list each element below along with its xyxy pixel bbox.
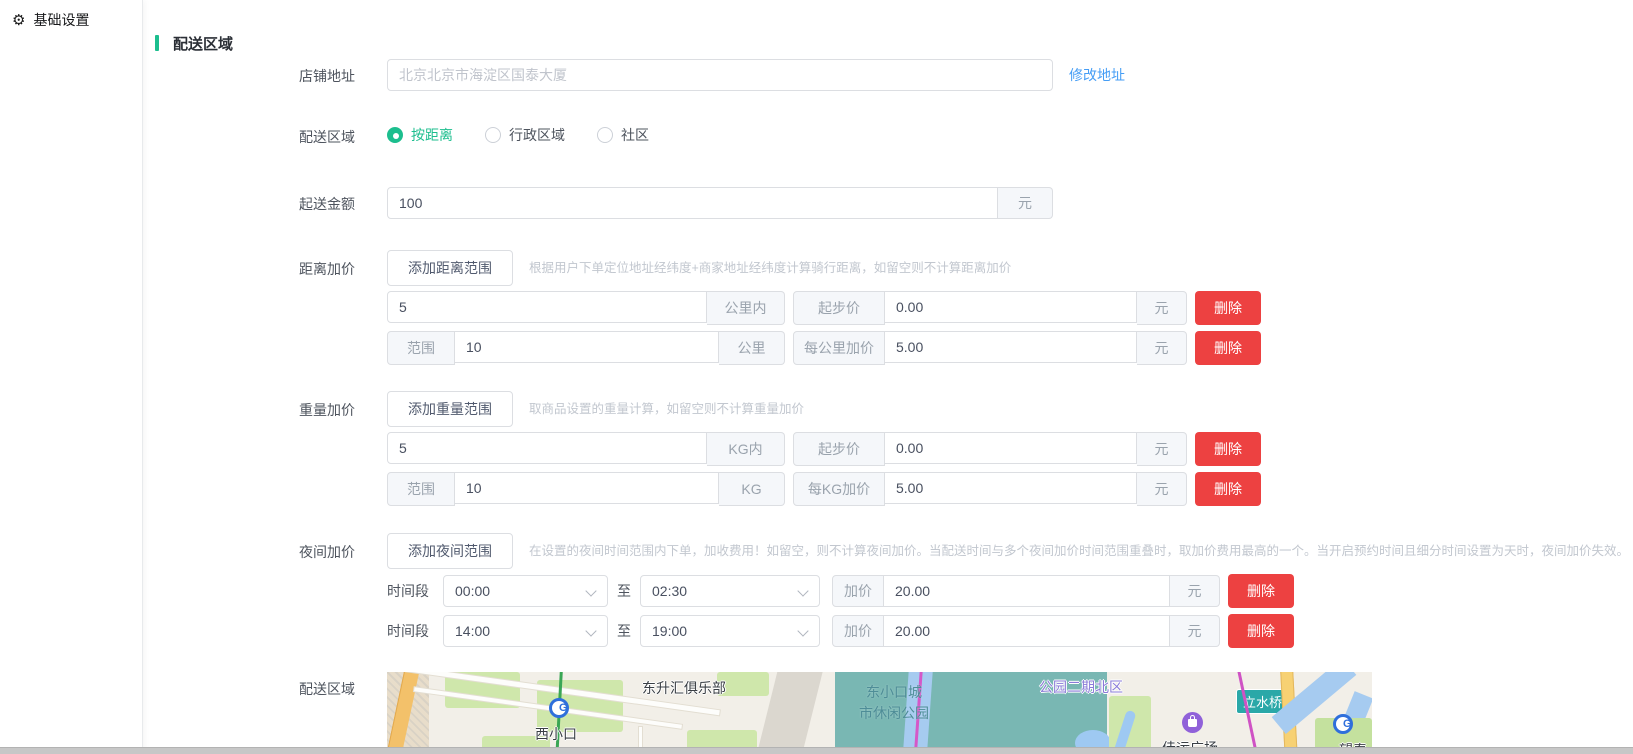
weight-surcharge-label: 重量加价 (143, 391, 355, 420)
time-to-separator: 至 (608, 581, 640, 601)
surcharge-prefix: 加价 (832, 615, 884, 647)
min-order-unit: 元 (998, 187, 1053, 219)
shop-address-label: 店铺地址 (143, 59, 355, 86)
weight-range-row: 范围 KG 每KG加价 元 删除 (387, 472, 1261, 506)
time-to-select[interactable]: 19:00 (640, 615, 820, 647)
distance-surcharge-row: 距离加价 添加距离范围 根据用户下单定位地址经纬度+商家地址经纬度计算骑行距离，… (143, 250, 1633, 365)
price-unit: 元 (1137, 472, 1187, 506)
distance-range-input[interactable] (387, 291, 707, 323)
main-content: 配送区域 店铺地址 修改地址 配送区域 按距离 行政区域 社区 (143, 0, 1633, 754)
distance-range-unit: 公里 (719, 331, 785, 365)
map-label-park: 东小口城 市休闲公园 (859, 682, 929, 724)
radio-dot-icon (597, 127, 613, 143)
weight-hint: 取商品设置的重量计算，如留空则不计算重量加价 (529, 391, 804, 427)
weight-range-unit: KG内 (707, 432, 785, 466)
sidebar-item-label: 基础设置 (33, 10, 89, 30)
distance-range-unit: 公里内 (707, 291, 785, 325)
min-order-label: 起送金额 (143, 187, 355, 214)
base-price-prefix: 起步价 (793, 432, 885, 466)
radio-by-distance[interactable]: 按距离 (387, 125, 453, 145)
area-type-label: 配送区域 (143, 125, 355, 147)
range-prefix: 范围 (387, 472, 455, 506)
price-unit: 元 (1170, 615, 1220, 647)
add-distance-range-button[interactable]: 添加距离范围 (387, 250, 513, 286)
delivery-map-row: 配送区域 G 西小口 东升汇俱乐部 东小口城 市休闲公园 公园二期北区 (143, 672, 1633, 754)
range-prefix: 范围 (387, 331, 455, 365)
subway-station-icon: G (549, 698, 569, 718)
surcharge-prefix: 加价 (832, 575, 884, 607)
weight-range-input[interactable] (455, 472, 719, 504)
shop-address-input[interactable] (387, 59, 1053, 91)
time-to-separator: 至 (608, 621, 640, 641)
base-price-input[interactable] (885, 291, 1137, 323)
sidebar-item-basic-settings[interactable]: 基础设置 (0, 0, 142, 40)
map-subway-line-pink (1236, 672, 1265, 754)
delivery-map-label: 配送区域 (143, 672, 355, 699)
night-hint: 在设置的夜间时间范围内下单，加收费用！如留空，则不计算夜间加价。当配送时间与多个… (529, 533, 1629, 569)
distance-surcharge-label: 距离加价 (143, 250, 355, 279)
weight-range-unit: KG (719, 472, 785, 506)
night-time-row: 时间段 00:00 至 02:30 加价 元 删除 (387, 574, 1629, 608)
shop-address-row: 店铺地址 修改地址 (143, 59, 1633, 91)
delete-button[interactable]: 删除 (1195, 432, 1261, 466)
distance-range-input[interactable] (455, 331, 719, 363)
base-price-prefix: 起步价 (793, 291, 885, 325)
delete-button[interactable]: 删除 (1195, 472, 1261, 506)
radio-dot-icon (485, 127, 501, 143)
add-night-range-button[interactable]: 添加夜间范围 (387, 533, 513, 569)
price-unit: 元 (1137, 291, 1187, 325)
price-unit: 元 (1170, 575, 1220, 607)
delete-button[interactable]: 删除 (1195, 331, 1261, 365)
shopping-bag-icon (1182, 712, 1203, 733)
section-header: 配送区域 (155, 33, 1633, 53)
distance-range-row: 公里内 起步价 元 删除 (387, 291, 1261, 325)
min-order-input[interactable] (387, 187, 998, 219)
time-from-select[interactable]: 00:00 (443, 575, 608, 607)
area-type-row: 配送区域 按距离 行政区域 社区 (143, 125, 1633, 147)
area-type-radio-group: 按距离 行政区域 社区 (387, 125, 681, 145)
min-order-group: 元 (387, 187, 1053, 219)
bottom-edge-bar (0, 747, 1633, 754)
weight-range-input[interactable] (387, 432, 707, 464)
night-surcharge-label: 夜间加价 (143, 533, 355, 562)
add-weight-range-button[interactable]: 添加重量范围 (387, 391, 513, 427)
night-surcharge-input[interactable] (884, 575, 1170, 607)
map-label-xixiaokou: 西小口 (535, 724, 577, 744)
distance-range-row: 范围 公里 每公里加价 元 删除 (387, 331, 1261, 365)
time-to-select[interactable]: 02:30 (640, 575, 820, 607)
radio-dot-icon (387, 127, 403, 143)
section-title: 配送区域 (173, 33, 233, 54)
time-period-label: 时间段 (387, 621, 439, 641)
per-kg-price-input[interactable] (885, 472, 1137, 504)
price-unit: 元 (1137, 331, 1187, 365)
gear-icon (12, 11, 33, 29)
radio-admin-region[interactable]: 行政区域 (485, 125, 565, 145)
subway-station-icon: G (1333, 714, 1353, 734)
night-surcharge-input[interactable] (884, 615, 1170, 647)
distance-hint: 根据用户下单定位地址经纬度+商家地址经纬度计算骑行距离，如留空则不计算距离加价 (529, 250, 1011, 286)
per-kg-price-prefix: 每KG加价 (793, 472, 885, 506)
edit-address-link[interactable]: 修改地址 (1069, 59, 1125, 91)
night-surcharge-row: 夜间加价 添加夜间范围 在设置的夜间时间范围内下单，加收费用！如留空，则不计算夜… (143, 533, 1633, 648)
delete-button[interactable]: 删除 (1195, 291, 1261, 325)
delete-button[interactable]: 删除 (1228, 574, 1294, 608)
night-time-row: 时间段 14:00 至 19:00 加价 元 删除 (387, 614, 1629, 648)
per-km-price-prefix: 每公里加价 (793, 331, 885, 365)
map-label-club: 东升汇俱乐部 (642, 678, 726, 698)
delete-button[interactable]: 删除 (1228, 614, 1294, 648)
delivery-area-map[interactable]: G 西小口 东升汇俱乐部 东小口城 市休闲公园 公园二期北区 佳运广场 立水桥 (387, 672, 1372, 754)
base-price-input[interactable] (885, 432, 1137, 464)
price-unit: 元 (1137, 432, 1187, 466)
time-period-label: 时间段 (387, 581, 439, 601)
map-label-park-north: 公园二期北区 (1039, 677, 1123, 697)
section-accent-bar (155, 35, 159, 51)
min-order-row: 起送金额 元 (143, 187, 1633, 219)
radio-community[interactable]: 社区 (597, 125, 649, 145)
weight-range-row: KG内 起步价 元 删除 (387, 432, 1261, 466)
weight-surcharge-row: 重量加价 添加重量范围 取商品设置的重量计算，如留空则不计算重量加价 KG内 起… (143, 391, 1633, 506)
sidebar: 基础设置 (0, 0, 143, 754)
per-km-price-input[interactable] (885, 331, 1137, 363)
time-from-select[interactable]: 14:00 (443, 615, 608, 647)
